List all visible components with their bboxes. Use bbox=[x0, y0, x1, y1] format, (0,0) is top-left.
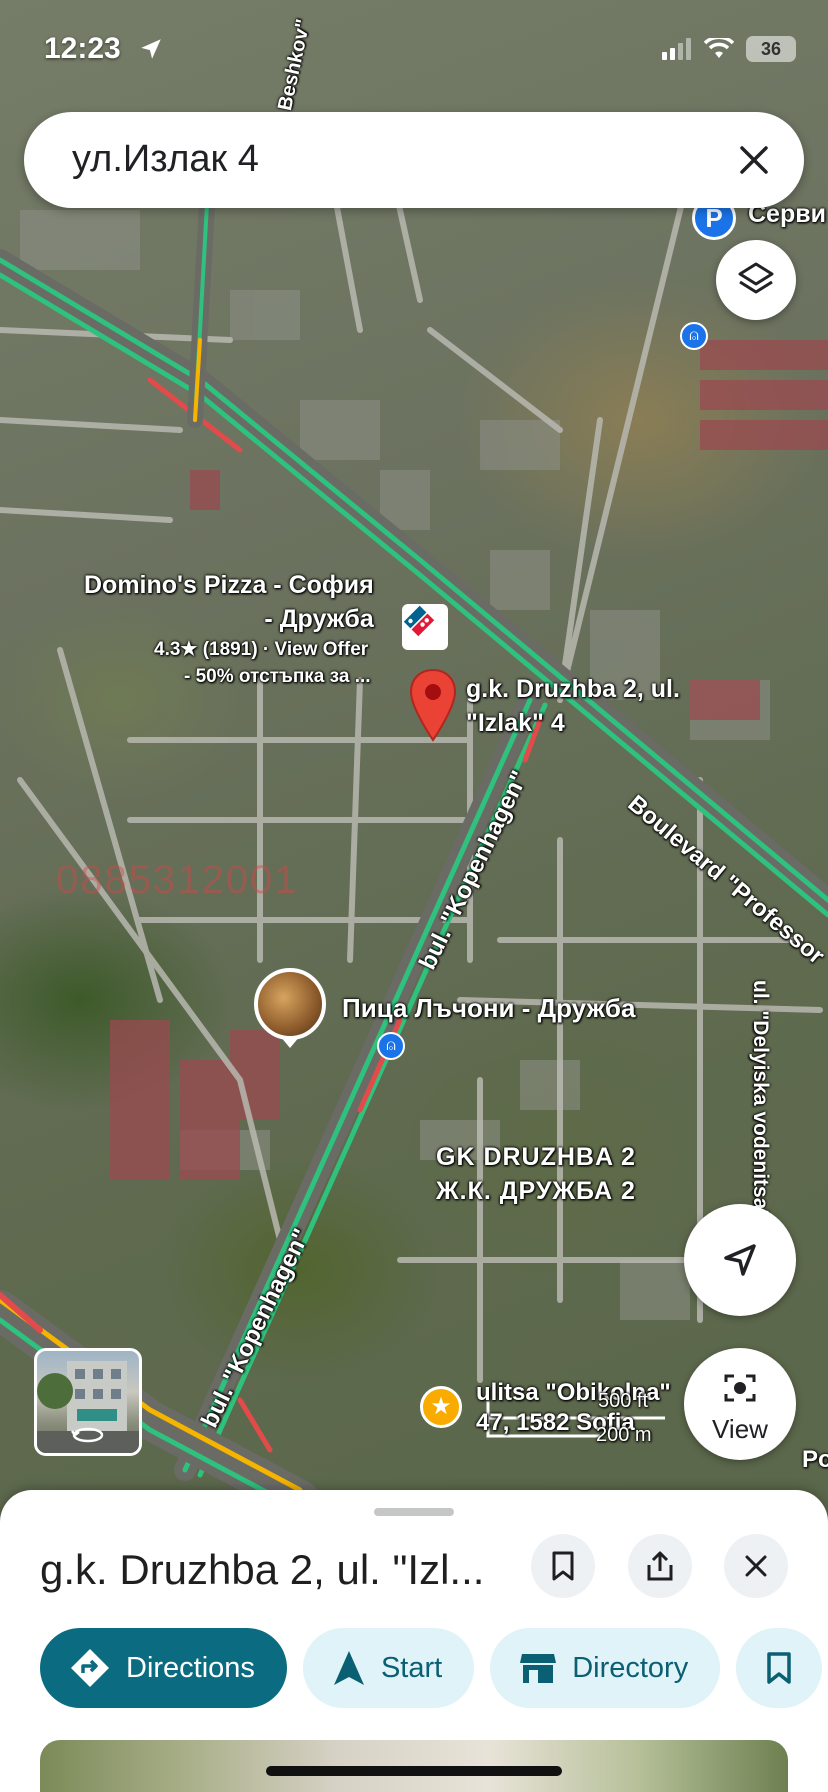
bookmark-icon bbox=[767, 1652, 791, 1684]
marker-tail bbox=[280, 1036, 300, 1048]
more-saved-chip[interactable] bbox=[736, 1628, 823, 1708]
home-indicator[interactable] bbox=[266, 1766, 562, 1776]
rotate-360-icon bbox=[71, 1427, 104, 1443]
status-time: 12:23 bbox=[44, 32, 121, 65]
share-icon bbox=[647, 1551, 673, 1581]
scale-m: 200 m bbox=[596, 1424, 652, 1446]
street-label-delyiska: ul. "Delyiska vodenitsa" bbox=[749, 980, 772, 1220]
district-label-bg: Ж.К. ДРУЖБА 2 bbox=[436, 1177, 636, 1205]
place-title: g.k. Druzhba 2, ul. "Izl... bbox=[40, 1546, 485, 1593]
close-icon[interactable] bbox=[730, 136, 778, 184]
status-bar: 12:23 36 bbox=[0, 0, 828, 100]
navigation-arrow-icon bbox=[333, 1651, 364, 1685]
navigation-arrow-icon bbox=[724, 1244, 756, 1276]
share-button[interactable] bbox=[628, 1534, 692, 1598]
dominos-logo-icon[interactable] bbox=[402, 604, 448, 650]
search-query[interactable]: ул.Излак 4 bbox=[72, 138, 259, 181]
pin-label-line2: "Izlak" 4 bbox=[466, 709, 565, 737]
action-chips: Directions Start Directory bbox=[40, 1628, 823, 1708]
directions-button[interactable]: Directions bbox=[40, 1628, 287, 1708]
battery-indicator: 36 bbox=[746, 36, 796, 62]
dominos-label[interactable]: Domino's Pizza - София - Дружба bbox=[84, 568, 374, 636]
signal-icon bbox=[662, 38, 691, 60]
watermark-phone: 0885312001 bbox=[56, 858, 299, 902]
dominos-name-line1: Domino's Pizza - София bbox=[84, 571, 374, 599]
district-label-en: GK DRUZHBA 2 bbox=[436, 1143, 636, 1171]
dominos-rating: 4.3★ (1891) · View Offer bbox=[154, 639, 369, 660]
tram-stop-icon[interactable]: ⍝ bbox=[680, 322, 708, 350]
camera-lens-icon bbox=[724, 1374, 756, 1402]
layers-icon bbox=[738, 262, 774, 294]
street-view-thumbnail[interactable] bbox=[34, 1348, 142, 1456]
wifi-icon bbox=[704, 38, 734, 58]
location-arrow-icon bbox=[141, 39, 161, 59]
start-button[interactable]: Start bbox=[302, 1628, 475, 1708]
edge-label: Po bbox=[802, 1446, 828, 1473]
view-lens-button[interactable]: View bbox=[684, 1348, 796, 1460]
view-label: View bbox=[712, 1414, 768, 1444]
place-bottom-sheet[interactable]: g.k. Druzhba 2, ul. "Izl... Directions S… bbox=[0, 1490, 828, 1792]
store-icon bbox=[520, 1654, 557, 1683]
directions-label: Directions bbox=[126, 1651, 255, 1684]
my-location-button[interactable] bbox=[684, 1204, 796, 1316]
scale-ft: 500 ft bbox=[598, 1390, 649, 1412]
search-bar[interactable]: ул.Излак 4 bbox=[24, 112, 804, 208]
directory-label: Directory bbox=[572, 1651, 689, 1684]
directory-button[interactable]: Directory bbox=[490, 1628, 721, 1708]
dominos-offer: - 50% отстъпка за ... bbox=[184, 666, 371, 687]
drag-handle[interactable] bbox=[374, 1508, 454, 1516]
pizza-lachoni-photo-marker[interactable] bbox=[254, 968, 326, 1040]
district-label: GK DRUZHBA 2 Ж.К. ДРУЖБА 2 bbox=[436, 1140, 636, 1208]
pin-label: g.k. Druzhba 2, ul. "Izlak" 4 bbox=[466, 672, 680, 740]
pin-label-line1: g.k. Druzhba 2, ul. bbox=[466, 675, 680, 703]
layers-button[interactable] bbox=[716, 240, 796, 320]
save-button[interactable] bbox=[531, 1534, 595, 1598]
directions-icon bbox=[71, 1649, 109, 1687]
start-label: Start bbox=[380, 1651, 443, 1684]
tram-stop-icon[interactable]: ⍝ bbox=[377, 1032, 405, 1060]
bookmark-icon bbox=[552, 1551, 574, 1581]
close-icon bbox=[745, 1555, 767, 1577]
pizza-lachoni-label[interactable]: Пица Лъчони - Дружба bbox=[342, 993, 635, 1024]
starred-place-icon[interactable]: ★ bbox=[420, 1386, 462, 1428]
status-icons: 36 bbox=[662, 36, 796, 62]
dominos-name-line2: - Дружба bbox=[264, 605, 374, 633]
close-sheet-button[interactable] bbox=[724, 1534, 788, 1598]
